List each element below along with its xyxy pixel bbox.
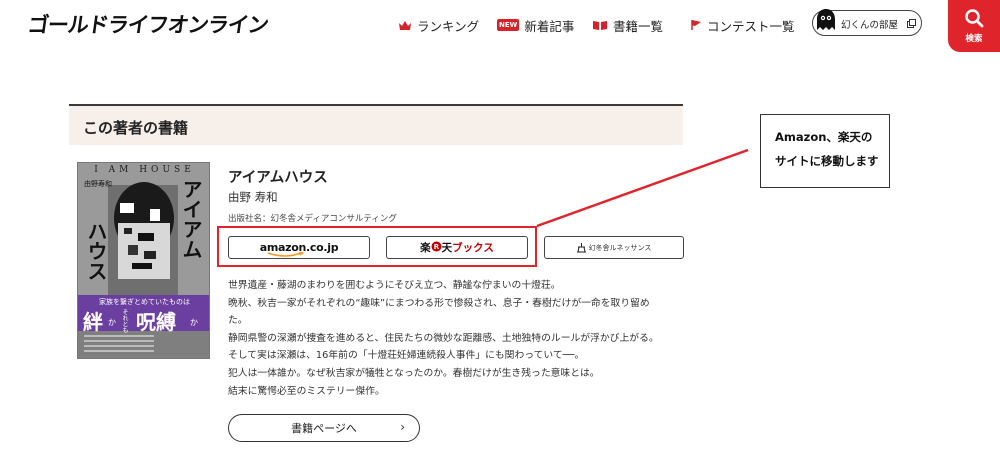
search-button[interactable]: 検索 xyxy=(948,0,1000,52)
nav-ranking-label: ランキング xyxy=(417,18,480,34)
crown-icon xyxy=(399,20,411,30)
cover-title-left: ハウス xyxy=(84,221,108,281)
cover-title-right: アイアム xyxy=(179,179,203,259)
description-line: 犯人は一体誰か。なぜ秋吉家が犠牲となったのか。春樹だけが生き残った意味とは。 xyxy=(228,367,600,379)
site-logo[interactable]: ゴールドライフオンライン xyxy=(26,9,270,39)
book-cover-image[interactable]: I AM HOUSE 由野寿和 アイアム ハウス 家族を繋ぎとめていたものは 絆… xyxy=(77,162,210,359)
cover-small-sore: それとも xyxy=(121,309,128,333)
search-label: 検索 xyxy=(965,34,983,44)
description-line: そして実は深瀬は、16年前の「十燈荘妊婦連続殺人事件」にも関わっていて──。 xyxy=(228,350,585,362)
description-line: た。 xyxy=(228,315,248,327)
gentosha-emblem-icon xyxy=(576,242,586,252)
book-publisher: 出版社名：幻冬舎メディアコンサルティング xyxy=(228,214,397,224)
callout-line-1: Amazon、楽天の xyxy=(775,130,873,144)
description-line: 結末に驚愕必至のミステリー傑作。 xyxy=(228,385,385,397)
site-header: ゴールドライフオンライン ランキング NEW 新着記事 書籍一覧 コンテスト一覧… xyxy=(0,0,1000,52)
cover-top-text: I AM HOUSE xyxy=(94,165,195,175)
external-window-icon xyxy=(907,19,916,28)
book-description: 世界遺産・藤湖のまわりを囲むようにそびえ立つ、静謐な佇まいの十燈荘。 晩秋、秋吉… xyxy=(228,277,688,400)
book-page-button[interactable]: 書籍ページへ › xyxy=(228,414,420,442)
flag-icon xyxy=(691,20,701,30)
gentosha-renaissance-button[interactable]: 幻冬舎ルネッサンス xyxy=(544,236,684,259)
cover-big-left: 絆 xyxy=(83,310,103,334)
gen-kun-room-button[interactable]: 幻くんの部屋 xyxy=(812,9,922,36)
section-title: この著者の書籍 xyxy=(83,119,189,137)
book-page-label: 書籍ページへ xyxy=(291,422,357,435)
nav-book-list-label: 書籍一覧 xyxy=(613,18,664,34)
ghost-mascot-icon xyxy=(817,9,835,30)
room-label: 幻くんの部屋 xyxy=(841,20,899,31)
nav-contest-list-label: コンテスト一覧 xyxy=(707,18,795,34)
section-header: この著者の書籍 xyxy=(69,104,683,145)
search-icon xyxy=(965,9,984,28)
cover-small-ka2: か xyxy=(190,318,198,327)
description-line: 晩秋、秋吉一家がそれぞれの“趣味”にまつわる形で惨殺され、息子・春樹だけが一命を… xyxy=(228,297,650,309)
callout-line-2: サイトに移動します xyxy=(775,154,879,168)
nav-new-articles[interactable]: NEW 新着記事 xyxy=(497,14,574,36)
nav-new-articles-label: 新着記事 xyxy=(524,18,575,34)
book-title[interactable]: アイアムハウス xyxy=(228,166,328,187)
nav-contest-list[interactable]: コンテスト一覧 xyxy=(690,14,795,36)
book-author: 由野 寿和 xyxy=(228,190,278,204)
description-line: 静岡県警の深瀬が捜査を進めると、住民たちの微妙な距離感、土地独特のルールが浮かび… xyxy=(228,332,659,344)
cover-author: 由野寿和 xyxy=(84,180,112,188)
new-badge: NEW xyxy=(497,19,520,31)
cover-big-right: 呪縛 xyxy=(136,310,176,334)
cover-small-ka1: か xyxy=(108,318,116,327)
callout-box: Amazon、楽天の サイトに移動します xyxy=(760,114,890,188)
gentosha-logo: 幻冬舎ルネッサンス xyxy=(588,243,652,252)
nav-book-list[interactable]: 書籍一覧 xyxy=(592,14,663,36)
description-line: 世界遺産・藤湖のまわりを囲むようにそびえ立つ、静謐な佇まいの十燈荘。 xyxy=(228,280,561,291)
nav-ranking[interactable]: ランキング xyxy=(398,14,479,36)
store-highlight-box xyxy=(217,226,537,267)
chevron-right-icon: › xyxy=(400,420,405,434)
open-book-icon xyxy=(593,20,607,30)
